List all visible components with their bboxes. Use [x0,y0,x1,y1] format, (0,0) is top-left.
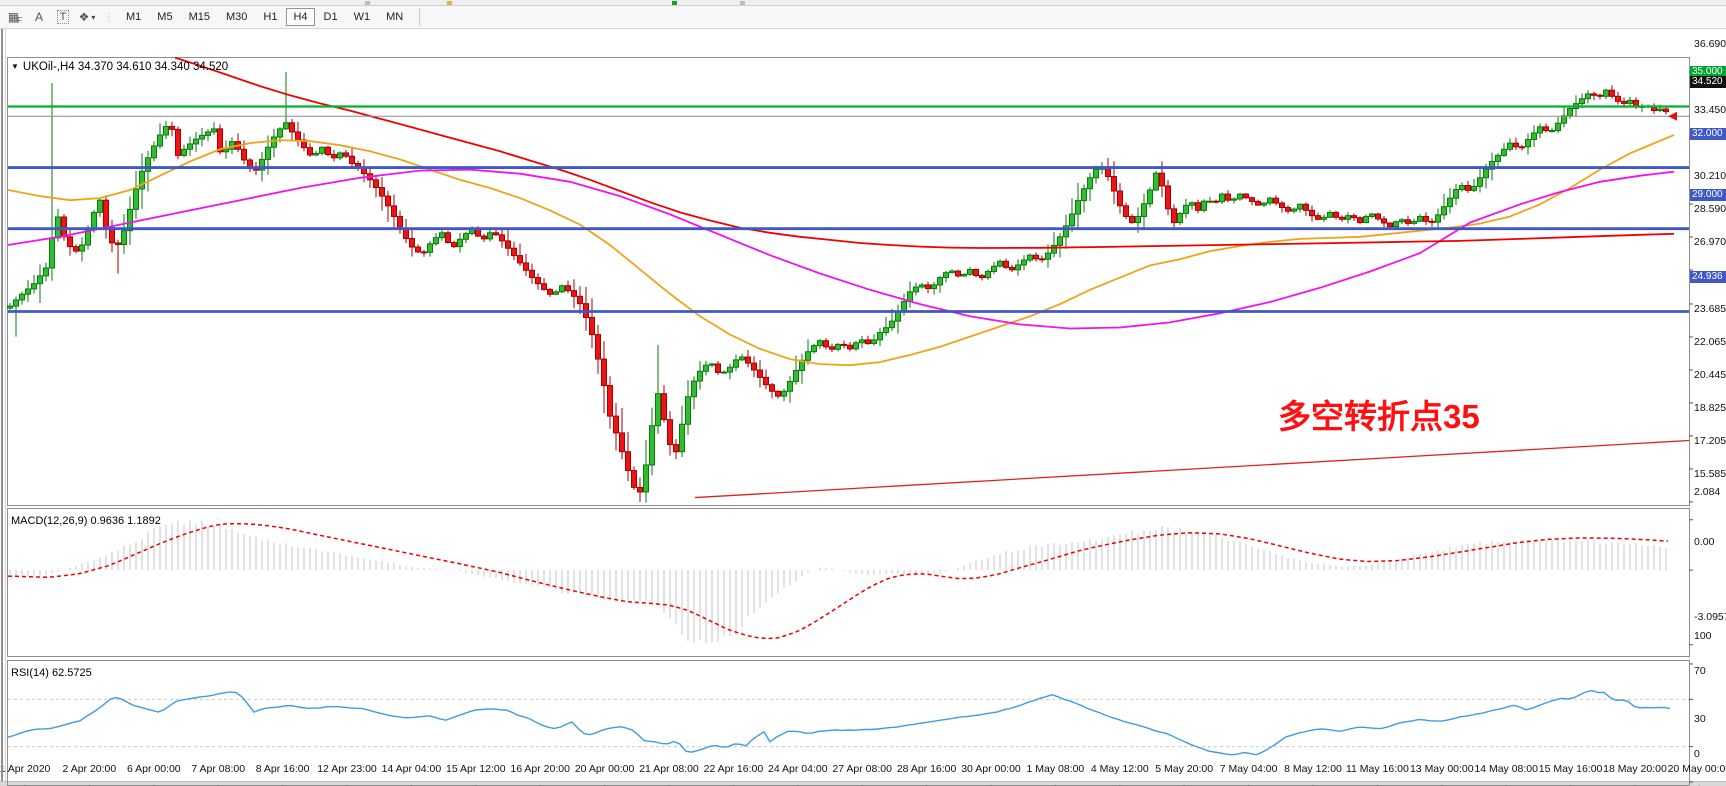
macd-signal-line [8,524,1668,639]
textbox-button[interactable]: T [54,8,72,26]
candles [8,72,1669,503]
macd-axis-label: 2.084 [1694,486,1720,498]
mt4-window: ▦F AT ❖▾ ⋮ M1M5M15M30H1H4D1W1MN ▼ UKOil-,H4 … [0,0,1726,786]
price-axis-label: 17.205 [1694,435,1726,447]
timeframe-button-M5[interactable]: M5 [150,8,179,26]
chart-shift-button[interactable]: ▦F [6,8,24,26]
timeframe-button-D1[interactable]: D1 [317,8,345,26]
timeframe-button-W1[interactable]: W1 [347,8,378,26]
price-axis-label: 36.690 [1694,38,1726,50]
toolbar: ▦F AT ❖▾ ⋮ M1M5M15M30H1H4D1W1MN [0,6,1726,29]
price-tag-29.000[interactable]: 29.000 [1690,189,1726,201]
rsi-axis-label: 100 [1694,630,1712,642]
chart-title: ▼ UKOil-,H4 34.370 34.610 34.340 34.520 [11,61,228,73]
timeframe-button-MN[interactable]: MN [379,8,410,26]
price-axis-label: 15.585 [1694,468,1726,480]
timeframe-button-M15[interactable]: M15 [182,8,217,26]
sliver-mark-icon [365,1,370,5]
sliver-mark-icon [740,1,745,5]
time-axis-label: 20 May 00:00 [1651,763,1726,775]
rsi-line [8,691,1670,755]
left-edge-divider-2 [5,28,6,781]
price-axis-label: 23.685 [1694,303,1726,315]
price-axis-label: 30.210 [1694,170,1726,182]
timeframe-group: M1M5M15M30H1H4D1W1MN [118,6,420,28]
drawing-tools-group: ▦F AT ❖▾ ⋮ [6,6,115,28]
ma-magenta [8,170,1674,329]
price-arrow-icon [1668,112,1677,121]
rsi-label: RSI(14) 62.5725 [11,667,92,679]
timeframe-button-M30[interactable]: M30 [219,8,254,26]
collapse-icon[interactable]: ▼ [11,62,19,71]
macd-histogram [10,520,1666,643]
annotation-text: 多空转折点35 [1278,390,1480,438]
price-axis-label: 22.065 [1694,336,1726,348]
left-edge-divider [1,28,3,781]
rsi-axis-label: 70 [1694,665,1706,677]
price-axis-label: 20.445 [1694,369,1726,381]
macd-label: MACD(12,26,9) 0.9636 1.1892 [11,515,161,527]
chart-title-text: UKOil-,H4 34.370 34.610 34.340 34.520 [23,61,228,73]
chart-plot-area[interactable]: ▼ UKOil-,H4 34.370 34.610 34.340 34.520 M… [0,28,1726,781]
trendline[interactable] [695,441,1689,498]
main-panel-border [8,58,1690,506]
price-tag-24.936[interactable]: 24.936 [1690,271,1726,283]
price-axis-label: 28.590 [1694,203,1726,215]
timeframe-button-M1[interactable]: M1 [119,8,148,26]
price-axis-label: 26.970 [1694,236,1726,248]
macd-axis-label: -3.0957 [1694,611,1726,623]
price-axis-label: 18.825 [1694,402,1726,414]
macd-panel-border [8,509,1690,657]
toolbar-drag-handle[interactable]: ⋮ [104,12,113,23]
styles-button[interactable]: ❖▾ [78,8,96,26]
text-label-button[interactable]: A [30,8,48,26]
sliver-mark-icon [672,1,677,5]
rsi-axis-label: 0 [1694,748,1700,760]
timeframe-button-H4[interactable]: H4 [286,8,314,26]
price-axis-label: 33.450 [1694,104,1726,116]
macd-axis-label: 0.00 [1694,536,1714,548]
timeframe-button-H1[interactable]: H1 [256,8,284,26]
toolbar-divider [419,8,420,26]
price-tag-34.520[interactable]: 34.520 [1690,76,1726,88]
sliver-mark-icon [447,1,452,5]
price-tag-32.000[interactable]: 32.000 [1690,128,1726,140]
rsi-axis-label: 30 [1694,713,1706,725]
